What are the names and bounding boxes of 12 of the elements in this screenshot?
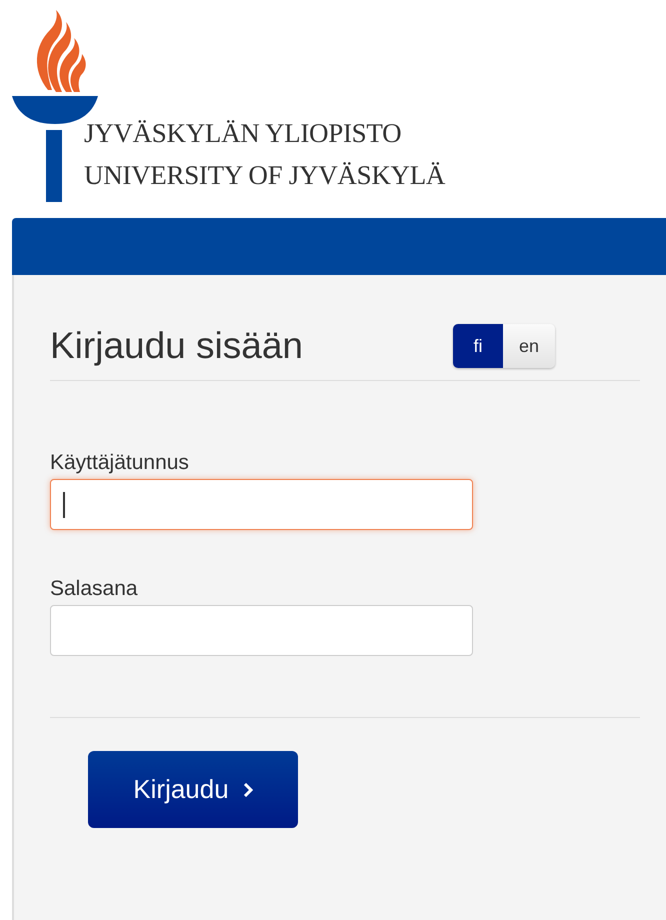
input-field[interactable]	[50, 479, 473, 530]
text-cursor	[63, 492, 65, 518]
chevron-right-icon	[242, 782, 253, 796]
logo-text: JYVÄSKYLÄN YLIOPISTO	[84, 117, 402, 150]
input-field[interactable]	[50, 605, 473, 656]
login-button[interactable]: Kirjaudu	[88, 751, 298, 828]
field-label: Salasana	[50, 576, 139, 602]
field-label: Käyttäjätunnus	[50, 450, 190, 476]
logo-text: UNIVERSITY OF JYVÄSKYLÄ	[84, 159, 446, 192]
language-button[interactable]: fi	[453, 324, 503, 368]
page-title: Kirjaudu sisään	[50, 325, 304, 367]
language-button[interactable]: en	[503, 324, 555, 368]
